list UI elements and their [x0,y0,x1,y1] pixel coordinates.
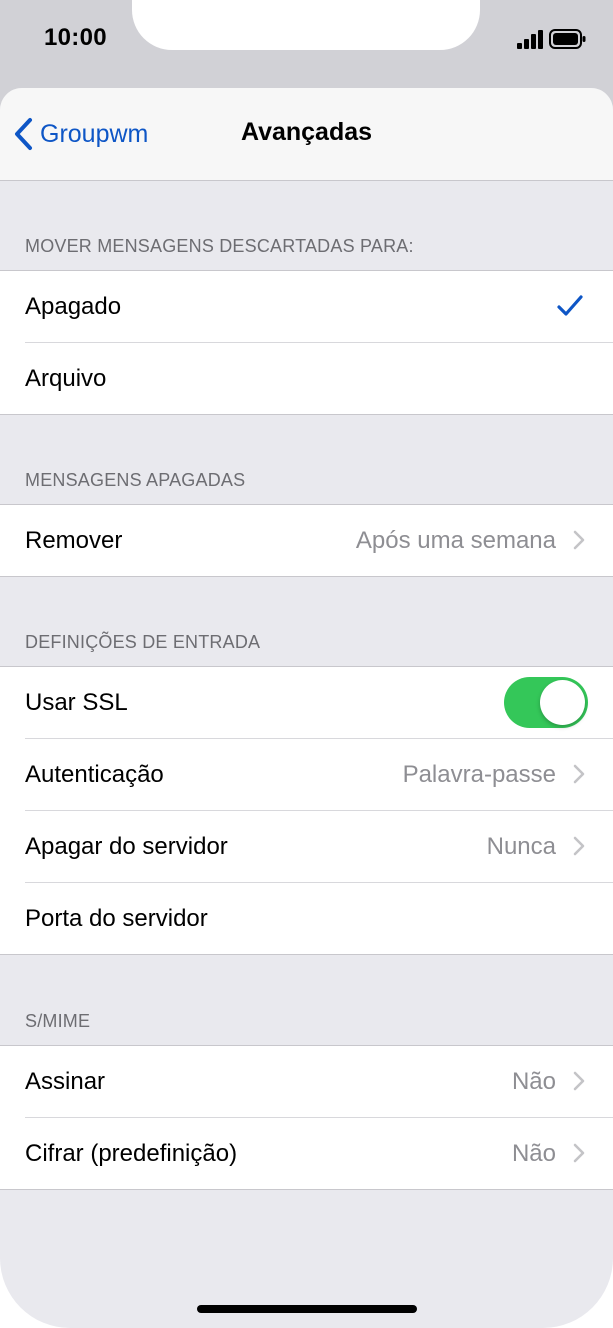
row-label: Usar SSL [25,689,128,716]
row-label: Cifrar (predefinição) [25,1140,238,1167]
page-title: Avançadas [240,118,373,146]
option-apagado[interactable]: Apagado [25,271,613,343]
chevron-right-icon [573,1071,585,1091]
row-assinar[interactable]: Assinar Não [25,1046,613,1118]
row-label: Apagado [25,293,122,320]
row-label: Assinar [25,1068,106,1095]
row-value: Após uma semana [355,527,556,554]
row-label: Arquivo [25,365,107,392]
notch [132,0,480,50]
row-label: Autenticação [25,761,164,788]
checkmark-icon [557,295,583,316]
row-value: Palavra-passe [402,761,556,788]
section-header-deleted-messages: MENSAGENS APAGADAS [25,470,246,490]
row-label: Apagar do servidor [25,833,228,860]
row-porta-do-servidor[interactable]: Porta do servidor [25,883,613,954]
section-header-incoming-settings: DEFINIÇÕES DE ENTRADA [25,632,261,652]
phone-screen: 10:00 Groupwm Avançadas MOVER MENSAGENS … [0,0,613,1328]
row-label: Remover [25,527,123,554]
chevron-right-icon [573,836,585,856]
row-label: Porta do servidor [25,905,208,932]
section-header-move-discarded: MOVER MENSAGENS DESCARTADAS PARA: [25,236,414,256]
chevron-right-icon [573,1143,585,1163]
option-arquivo[interactable]: Arquivo [25,343,613,414]
battery-icon [549,29,586,49]
row-usar-ssl: Usar SSL [25,667,613,739]
toggle-knob [540,680,585,725]
row-autenticacao[interactable]: Autenticação Palavra-passe [25,739,613,811]
row-value: Não [511,1140,556,1167]
home-indicator[interactable] [197,1305,417,1313]
chevron-right-icon [573,530,585,550]
status-time: 10:00 [44,24,107,51]
group-incoming-settings: Usar SSL Autenticação Palavra-passe Apag… [0,666,613,955]
row-cifrar[interactable]: Cifrar (predefinição) Não [25,1118,613,1189]
signal-bars-icon [517,29,586,49]
group-deleted-messages: Remover Após uma semana [0,504,613,577]
row-value: Nunca [486,833,556,860]
row-remover[interactable]: Remover Após uma semana [25,505,613,576]
ssl-toggle[interactable] [504,677,588,728]
section-header-smime: S/MIME [25,1011,91,1031]
group-smime: Assinar Não Cifrar (predefinição) Não [0,1045,613,1190]
chevron-right-icon [573,764,585,784]
status-icons [517,28,587,50]
settings-sheet: Groupwm Avançadas MOVER MENSAGENS DESCAR… [0,88,613,1328]
row-apagar-do-servidor[interactable]: Apagar do servidor Nunca [25,811,613,883]
navigation-bar: Groupwm Avançadas [0,88,613,181]
row-value: Não [511,1068,556,1095]
group-move-discarded: Apagado Arquivo [0,270,613,415]
